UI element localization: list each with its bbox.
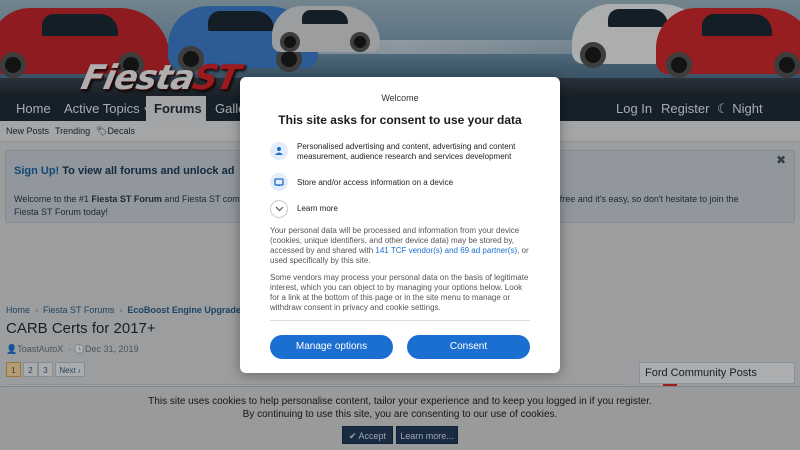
consent-button[interactable]: Consent [407,335,530,359]
purpose-device-storage: Store and/or access information on a dev… [270,173,540,191]
dialog-divider [270,320,530,321]
vendors-link[interactable]: 141 TCF vendor(s) and 69 ad partner(s) [375,246,517,255]
chevron-down-icon [270,200,288,218]
learn-more-toggle[interactable]: Learn more [270,200,540,218]
device-icon [270,173,288,191]
manage-options-button[interactable]: Manage options [270,335,393,359]
consent-description: Your personal data will be processed and… [270,226,529,265]
legitimate-interest-text: Some vendors may process your personal d… [270,273,529,312]
person-icon [270,142,288,160]
dialog-welcome: Welcome [381,93,419,103]
consent-dialog: Welcome This site asks for consent to us… [240,77,560,373]
purpose-personalised-ads: Personalised advertising and content, ad… [270,142,540,166]
dialog-heading: This site asks for consent to use your d… [278,113,522,127]
